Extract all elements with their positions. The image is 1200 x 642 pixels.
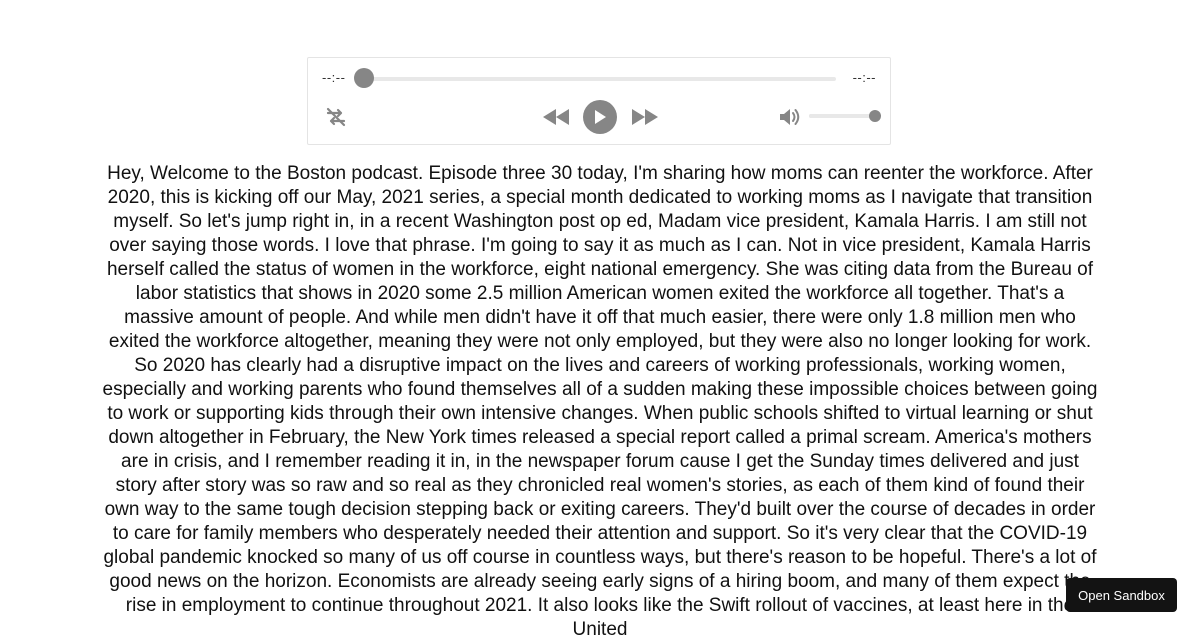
duration-time: --:-- (852, 70, 876, 85)
play-button[interactable] (583, 100, 617, 134)
progress-track[interactable] (364, 77, 836, 81)
volume-thumb[interactable] (869, 110, 881, 122)
fast-forward-icon (632, 109, 658, 125)
open-sandbox-button[interactable]: Open Sandbox (1066, 578, 1177, 612)
rewind-button[interactable] (541, 108, 571, 126)
audio-player: --:-- --:-- (307, 57, 891, 145)
volume-icon (780, 109, 800, 125)
loop-button[interactable] (324, 105, 348, 129)
progress-thumb[interactable] (354, 68, 374, 88)
rewind-icon (543, 109, 569, 125)
volume-track[interactable] (809, 114, 875, 118)
loop-off-icon (326, 107, 346, 127)
fast-forward-button[interactable] (630, 108, 660, 126)
play-icon (595, 110, 606, 124)
volume-fill (809, 114, 875, 118)
volume-button[interactable] (778, 106, 802, 128)
transcript-text: Hey, Welcome to the Boston podcast. Epis… (102, 163, 1098, 640)
current-time: --:-- (322, 70, 346, 85)
